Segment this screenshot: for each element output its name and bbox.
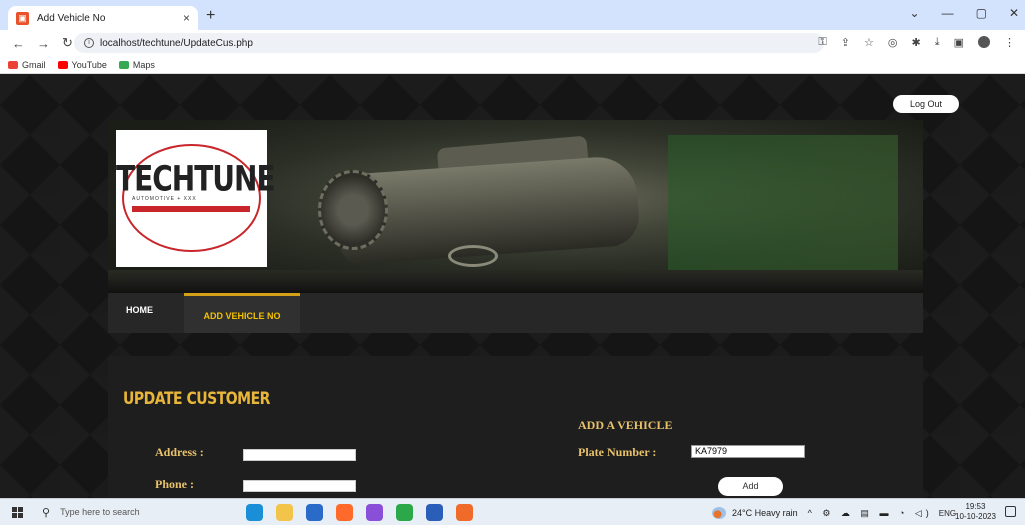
address-bar-row: ← → ↻ i localhost/techtune/UpdateCus.php…: [0, 30, 1025, 56]
firefox-icon[interactable]: [336, 504, 353, 521]
header-banner: TECHTUNE AUTOMOTIVE + XXX: [108, 120, 923, 293]
profile-avatar[interactable]: [978, 36, 990, 48]
nav-home[interactable]: HOME: [126, 305, 153, 315]
xampp-icon[interactable]: [456, 504, 473, 521]
plate-number-field[interactable]: KA7979: [691, 445, 805, 458]
page-title: UPDATE CUSTOMER: [123, 389, 270, 409]
bookmark-label: Maps: [132, 59, 155, 70]
logo-subtext: AUTOMOTIVE + XXX: [132, 196, 197, 202]
phone-field[interactable]: [243, 480, 356, 492]
back-icon[interactable]: ←: [12, 36, 25, 51]
address-bar[interactable]: i localhost/techtune/UpdateCus.php: [74, 33, 824, 53]
banner-background: [668, 135, 898, 285]
gmail-icon: [8, 60, 18, 69]
sidebar-icon[interactable]: ▣: [954, 36, 964, 49]
tray-icons[interactable]: ^ ⚙ ☁ ▤ ▬ ◔ ◁): [808, 508, 933, 519]
page-content: Log Out TECHTUNE AUTOMOTIVE + XXX HOME A…: [0, 75, 1025, 498]
nav-add-vehicle-label: ADD VEHICLE NO: [203, 311, 281, 321]
engine-gear: [318, 170, 388, 250]
clock[interactable]: 19:53 10-10-2023: [955, 502, 996, 522]
techtune-favicon-icon: ▣: [16, 11, 29, 25]
browser-tab-bar: ▣ Add Vehicle No × + ⌄ — ▢ ✕: [0, 0, 1025, 30]
menu-icon[interactable]: ⋮: [1004, 36, 1015, 49]
weather-icon: [712, 507, 726, 519]
toolbar-icons: ⚿ ⇪ ☆ ◎ ✱ ⤓ ▣ ⋮: [818, 36, 1015, 49]
camera-icon[interactable]: ◎: [888, 36, 898, 49]
weather-text[interactable]: 24°C Heavy rain: [732, 508, 798, 518]
forward-icon[interactable]: →: [37, 36, 50, 51]
download-icon[interactable]: ⤓: [935, 36, 940, 49]
add-vehicle-title: ADD A VEHICLE: [578, 418, 673, 432]
phone-label: Phone :: [155, 477, 194, 491]
logout-button[interactable]: Log Out: [893, 95, 959, 113]
bookmarks-bar: Gmail YouTube Maps: [0, 56, 1025, 74]
word-icon[interactable]: [426, 504, 443, 521]
plate-number-label: Plate Number :: [578, 445, 657, 459]
mail-icon[interactable]: [306, 504, 323, 521]
bookmark-label: YouTube: [71, 59, 107, 70]
bookmark-maps[interactable]: Maps: [118, 59, 155, 70]
taskbar-search[interactable]: ⚲ Type here to search: [34, 502, 220, 522]
logo-text: TECHTUNE: [116, 157, 276, 200]
address-label: Address :: [155, 445, 204, 459]
maximize-button[interactable]: ▢: [976, 6, 987, 20]
bookmark-star-icon[interactable]: ☆: [864, 36, 874, 49]
taskbar-apps: [246, 504, 473, 521]
add-vehicle-button[interactable]: Add: [718, 477, 783, 496]
password-key-icon[interactable]: ⚿: [818, 36, 826, 49]
clock-time: 19:53: [965, 502, 986, 511]
search-icon: ⚲: [42, 506, 51, 519]
window-controls: ⌄ — ▢ ✕: [910, 6, 1019, 20]
minimize-button[interactable]: —: [942, 6, 954, 20]
tab-search-icon[interactable]: ⌄: [910, 6, 920, 20]
copilot-icon[interactable]: [366, 504, 383, 521]
windows-taskbar: ⚲ Type here to search 24°C Heavy rain ^ …: [0, 498, 1025, 525]
clock-date: 10-10-2023: [955, 512, 996, 521]
site-info-icon[interactable]: i: [84, 38, 94, 48]
edge-icon[interactable]: [246, 504, 263, 521]
close-window-button[interactable]: ✕: [1009, 6, 1019, 20]
tab-title: Add Vehicle No: [37, 12, 106, 24]
youtube-icon: [57, 60, 68, 69]
engine-ring: [448, 245, 498, 267]
bookmark-gmail[interactable]: Gmail: [8, 60, 46, 70]
close-tab-icon[interactable]: ×: [183, 11, 190, 25]
share-icon[interactable]: ⇪: [841, 36, 850, 49]
notification-icon[interactable]: [1005, 506, 1016, 517]
reload-icon[interactable]: ↻: [62, 35, 73, 51]
windows-start-icon[interactable]: [12, 507, 23, 518]
maps-icon: [118, 60, 129, 69]
bookmark-label: Gmail: [22, 59, 46, 70]
url-text: localhost/techtune/UpdateCus.php: [100, 37, 253, 49]
logo-red-bar: [132, 206, 250, 212]
new-tab-button[interactable]: +: [206, 7, 215, 25]
workbench: [108, 270, 923, 293]
search-placeholder: Type here to search: [60, 507, 140, 517]
extensions-icon[interactable]: ✱: [912, 36, 921, 49]
bookmark-youtube[interactable]: YouTube: [57, 59, 107, 70]
chrome-icon[interactable]: [396, 504, 413, 521]
file-explorer-icon[interactable]: [276, 504, 293, 521]
browser-tab[interactable]: ▣ Add Vehicle No ×: [8, 6, 198, 30]
main-nav: HOME ADD VEHICLE NO: [108, 293, 923, 333]
language-indicator[interactable]: ENG: [939, 509, 956, 518]
address-field[interactable]: [243, 449, 356, 461]
update-customer-panel: UPDATE CUSTOMER Address : Phone : ADD A …: [108, 356, 923, 498]
nav-add-vehicle-no[interactable]: ADD VEHICLE NO: [184, 293, 300, 333]
techtune-logo: TECHTUNE AUTOMOTIVE + XXX: [116, 130, 276, 267]
system-tray: 24°C Heavy rain ^ ⚙ ☁ ▤ ▬ ◔ ◁) ENG: [712, 507, 956, 519]
